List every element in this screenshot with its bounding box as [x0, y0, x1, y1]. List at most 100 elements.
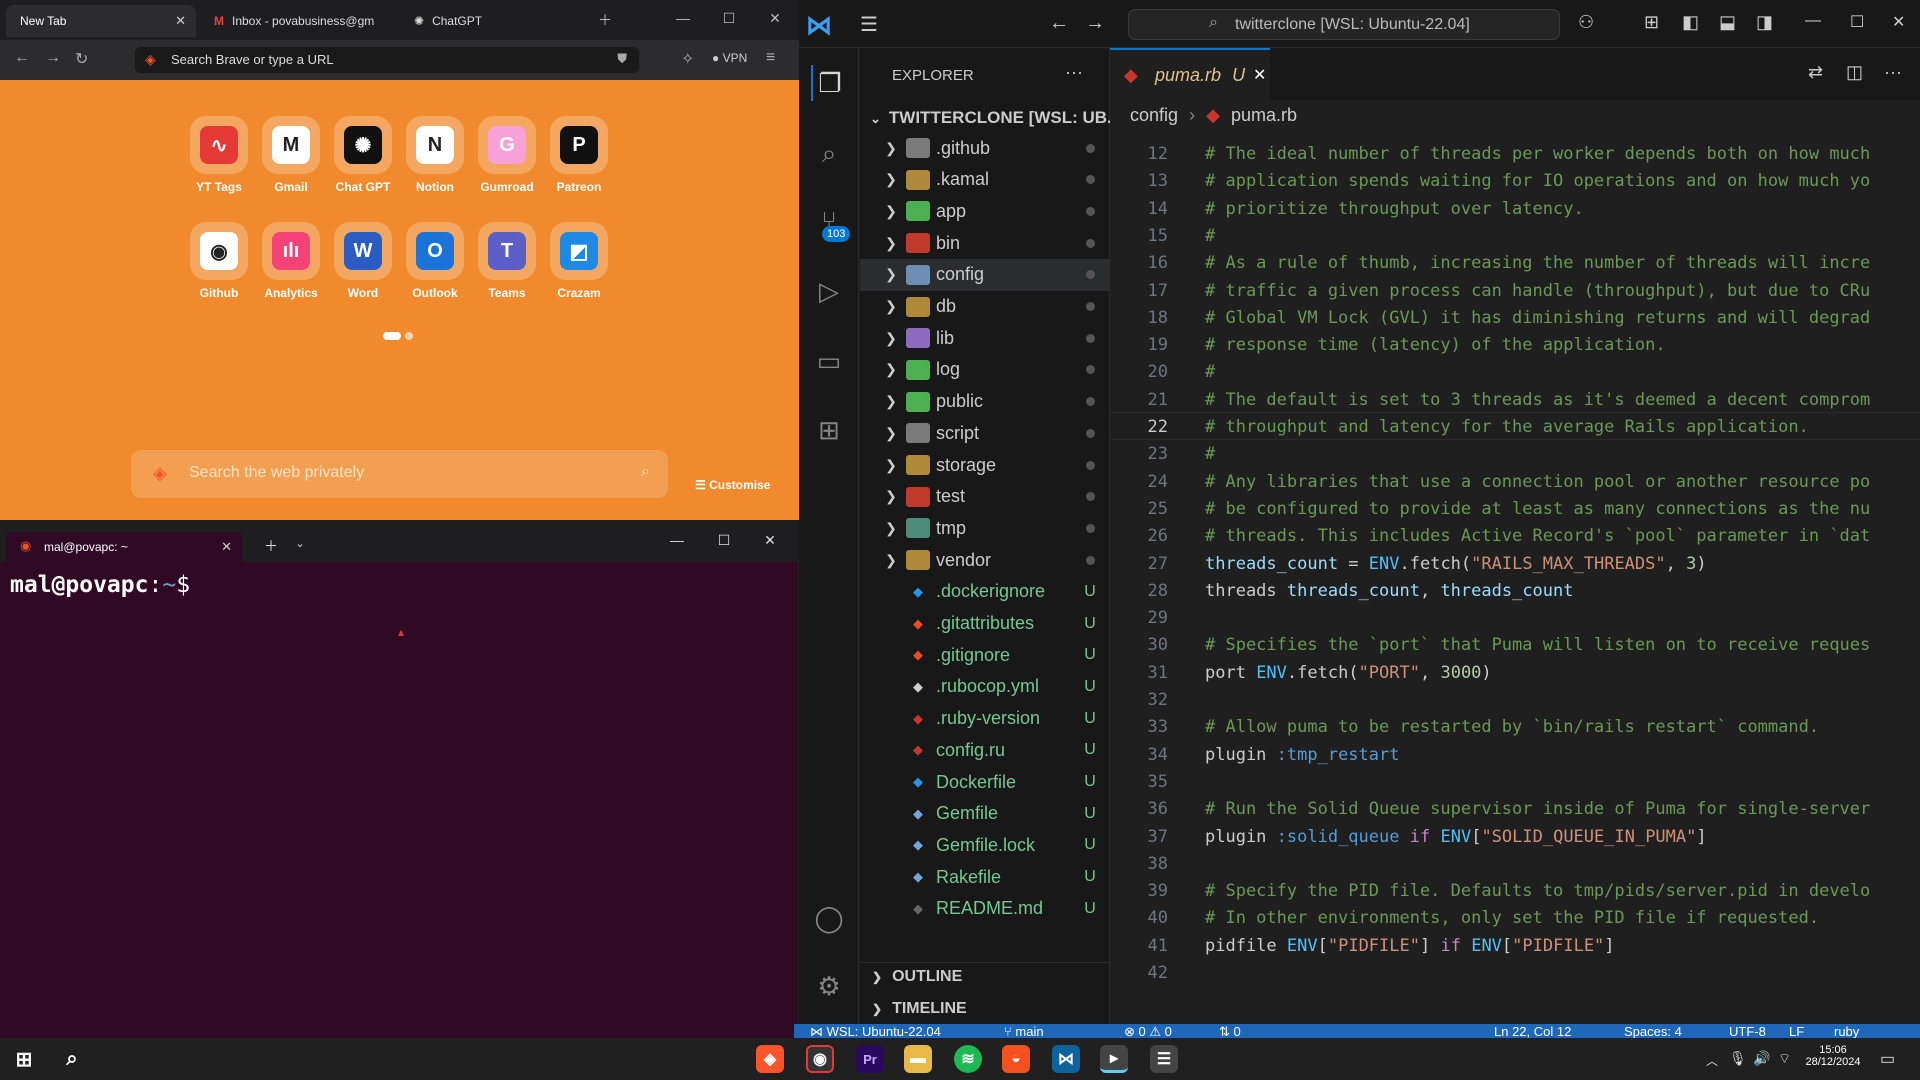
toggle-sidebar-icon[interactable]: ◧ — [1682, 12, 1699, 33]
shortcut-tile[interactable]: ∿ YT Tags — [190, 116, 248, 194]
project-root[interactable]: ⌄ TWITTERCLONE [WSL: UB... — [870, 108, 1121, 128]
more-actions-icon[interactable]: ··· — [1065, 62, 1083, 83]
code-line[interactable]: # prioritize throughput over latency. — [1205, 199, 1920, 219]
copilot-icon[interactable]: ⚇ — [1578, 12, 1594, 33]
minimize-icon[interactable]: — — [663, 10, 703, 26]
settings-gear-icon[interactable]: ⚙ — [811, 968, 847, 1004]
tree-folder[interactable]: ❯ test — [860, 481, 1110, 513]
code-line[interactable]: # — [1205, 226, 1920, 246]
account-icon[interactable]: ◯ — [811, 900, 847, 936]
code-line[interactable]: # be configured to provide at least as m… — [1205, 499, 1920, 519]
menu-icon[interactable]: ≡ — [766, 49, 775, 67]
close-window-icon[interactable]: ✕ — [755, 10, 795, 27]
outline-section[interactable]: ❯ OUTLINE — [872, 968, 962, 986]
tree-folder[interactable]: ❯ bin — [860, 227, 1110, 259]
search-icon[interactable]: ⌕ — [641, 463, 650, 481]
windows-start-icon[interactable]: ⊞ — [10, 1045, 38, 1073]
run-debug-icon[interactable]: ▷ — [811, 273, 847, 309]
tree-folder[interactable]: ❯ log — [860, 354, 1110, 386]
toggle-secondary-sidebar-icon[interactable]: ◨ — [1756, 12, 1773, 33]
tree-folder[interactable]: ❯ script — [860, 417, 1110, 449]
code-line[interactable]: # The ideal number of threads per worker… — [1205, 144, 1920, 164]
shortcut-tile[interactable]: T Teams — [478, 222, 536, 300]
tree-file[interactable]: ◆ Dockerfile U — [860, 766, 1110, 798]
browser-tab-inbox[interactable]: M Inbox - povabusiness@gm — [200, 5, 390, 37]
microphone-icon[interactable]: 🎙 — [1729, 1050, 1747, 1067]
close-icon[interactable]: ✕ — [221, 539, 232, 555]
code-line[interactable]: # The default is set to 3 threads as it'… — [1205, 390, 1920, 410]
forward-icon[interactable]: → — [45, 49, 61, 67]
end-of-line[interactable]: LF — [1789, 1024, 1804, 1038]
cursor-position[interactable]: Ln 22, Col 12 — [1494, 1024, 1571, 1038]
breadcrumb-folder[interactable]: config — [1130, 105, 1178, 125]
code-line[interactable]: threads threads_count, threads_count — [1205, 581, 1920, 601]
tree-file[interactable]: ◆ .gitignore U — [860, 639, 1110, 671]
tree-file[interactable]: ◆ .dockerignore U — [860, 576, 1110, 608]
code-line[interactable]: # response time (latency) of the applica… — [1205, 335, 1920, 355]
explorer-icon[interactable]: ❐ — [811, 65, 847, 101]
layout-icon[interactable]: ⊞ — [1644, 12, 1659, 33]
shortcut-tile[interactable]: O Outlook — [406, 222, 464, 300]
tree-folder[interactable]: ❯ public — [860, 386, 1110, 418]
vpn-button[interactable]: ● VPN — [712, 51, 747, 65]
new-tab-icon[interactable]: ＋ — [585, 10, 625, 30]
shortcut-tile[interactable]: ılı Analytics — [262, 222, 320, 300]
shortcut-tile[interactable]: W Word — [334, 222, 392, 300]
maximize-icon[interactable]: ☐ — [1850, 12, 1864, 32]
tree-file[interactable]: ◆ config.ru U — [860, 734, 1110, 766]
customise-button[interactable]: ☰ Customise — [695, 478, 770, 492]
shortcut-tile[interactable]: N Notion — [406, 116, 464, 194]
chevron-down-icon[interactable]: ⌄ — [280, 537, 320, 550]
code-line[interactable]: plugin :solid_queue if ENV["SOLID_QUEUE_… — [1205, 827, 1920, 847]
split-editor-icon[interactable]: ◫ — [1846, 62, 1863, 83]
app-icon[interactable]: ☰ — [1150, 1045, 1178, 1073]
tree-file[interactable]: ◆ .gitattributes U — [860, 608, 1110, 640]
code-line[interactable]: # throughput and latency for the average… — [1205, 417, 1920, 437]
tree-folder[interactable]: ❯ tmp — [860, 512, 1110, 544]
close-window-icon[interactable]: ✕ — [750, 532, 790, 549]
tree-file[interactable]: ◆ .ruby-version U — [860, 703, 1110, 735]
shortcut-tile[interactable]: G Gumroad — [478, 116, 536, 194]
file-explorer-icon[interactable]: ▬ — [904, 1045, 932, 1073]
chrome-app-icon[interactable]: ◉ — [806, 1045, 834, 1073]
code-line[interactable]: plugin :tmp_restart — [1205, 745, 1920, 765]
shortcut-tile[interactable]: ✺ Chat GPT — [334, 116, 392, 194]
code-line[interactable]: # Global VM Lock (GVL) it has diminishin… — [1205, 308, 1920, 328]
terminal-window[interactable] — [0, 528, 798, 1038]
notifications-icon[interactable]: ▭ — [1880, 1049, 1895, 1069]
maximize-icon[interactable]: ☐ — [709, 10, 749, 27]
toggle-panel-icon[interactable]: ⬓ — [1719, 12, 1736, 33]
tree-file[interactable]: ◆ Gemfile.lock U — [860, 829, 1110, 861]
shortcut-tile[interactable]: ◩ Crazam — [550, 222, 608, 300]
premiere-app-icon[interactable]: Pr — [856, 1045, 884, 1073]
menu-icon[interactable]: ☰ — [860, 12, 878, 37]
code-line[interactable]: # Allow puma to be restarted by `bin/rai… — [1205, 717, 1920, 737]
shortcut-tile[interactable]: ◉ Github — [190, 222, 248, 300]
web-search-box[interactable]: ◈ Search the web privately ⌕ — [131, 450, 668, 498]
tree-folder[interactable]: ❯ db — [860, 291, 1110, 323]
editor-tab-puma[interactable]: ◆ puma.rb U ✕ — [1110, 48, 1270, 100]
tree-folder[interactable]: ❯ vendor — [860, 544, 1110, 576]
extensions-icon[interactable]: ⊞ — [811, 412, 847, 448]
tree-file[interactable]: ◆ .rubocop.yml U — [860, 671, 1110, 703]
tree-folder[interactable]: ❯ lib — [860, 322, 1110, 354]
minimize-icon[interactable]: — — [657, 532, 697, 548]
code-line[interactable]: # — [1205, 362, 1920, 382]
address-bar[interactable]: ◈ Search Brave or type a URL ⛊ — [135, 47, 639, 73]
nav-forward-icon[interactable]: → — [1085, 12, 1105, 35]
vscode-app-icon[interactable]: ⋈ — [1052, 1045, 1080, 1073]
more-actions-icon[interactable]: ··· — [1884, 62, 1902, 83]
shortcut-tile[interactable]: M Gmail — [262, 116, 320, 194]
back-icon[interactable]: ← — [14, 49, 30, 67]
command-center[interactable]: ⌕ twitterclone [WSL: Ubuntu-22.04] — [1128, 9, 1560, 40]
maximize-icon[interactable]: ☐ — [704, 532, 744, 549]
code-line[interactable]: # Any libraries that use a connection po… — [1205, 472, 1920, 492]
code-line[interactable]: # threads. This includes Active Record's… — [1205, 526, 1920, 546]
terminal-app-icon[interactable]: ▸ — [1100, 1045, 1128, 1073]
code-line[interactable]: # — [1205, 444, 1920, 464]
code-line[interactable]: # Specifies the `port` that Puma will li… — [1205, 635, 1920, 655]
browser-tab-chatgpt[interactable]: ✺ ChatGPT — [400, 5, 575, 37]
search-icon[interactable]: ⌕ — [58, 1045, 86, 1073]
tree-file[interactable]: ◆ README.md U — [860, 893, 1110, 925]
compare-changes-icon[interactable]: ⇄ — [1808, 62, 1823, 83]
